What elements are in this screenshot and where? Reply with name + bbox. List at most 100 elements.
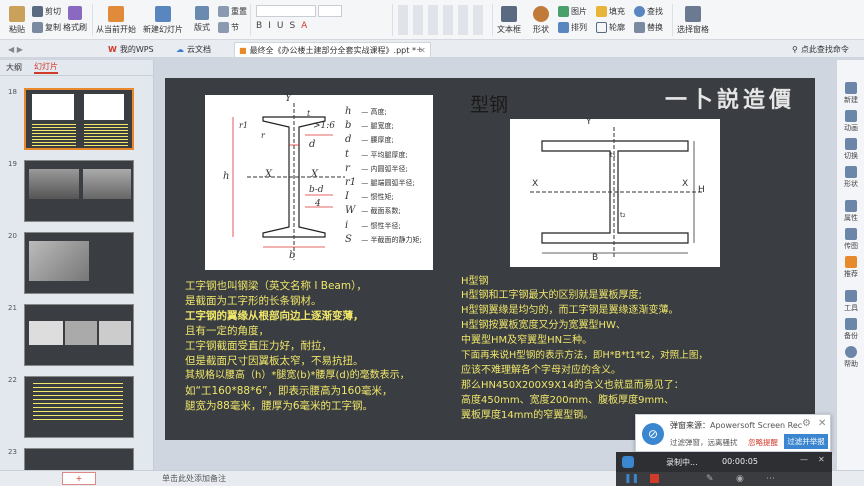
tab-label: 最终全《办公楼土建部分全套实战课程》.ppt * [249, 45, 416, 55]
new-icon [845, 82, 857, 94]
select-pane-button[interactable]: 选择窗格 [676, 6, 710, 35]
font-size-dropdown[interactable] [318, 5, 342, 17]
sidebar-label: 备份 [844, 332, 858, 340]
text-line: H型钢翼缘是均匀的，而工字钢是翼缘逐渐变薄。 [461, 305, 679, 316]
sidebar-recommend[interactable]: 推荐 [839, 256, 863, 279]
close-icon[interactable]: ✕ [818, 455, 825, 464]
underline-icon[interactable]: U [277, 21, 284, 33]
sidebar-properties[interactable]: 属性 [839, 200, 863, 223]
legend-row: W — 截面系数; [345, 204, 431, 218]
search-icon: ⚲ [792, 45, 798, 54]
tab-slides[interactable]: 幻灯片 [34, 61, 58, 74]
picture-button[interactable]: 图片 [558, 6, 587, 17]
section-button[interactable]: 节 [218, 22, 239, 33]
sidebar-transition[interactable]: 切换 [839, 138, 863, 161]
slide-thumb-19[interactable]: 19 [0, 160, 154, 224]
shape-button[interactable]: 形状 [530, 6, 552, 35]
slide-thumb-21[interactable]: 21 [0, 304, 154, 368]
replace-button[interactable]: 替换 [634, 22, 663, 33]
slide-thumb-23[interactable]: 23 [0, 448, 154, 470]
camera-icon[interactable]: ◉ [736, 474, 744, 484]
format-painter-button[interactable]: 格式刷 [62, 6, 88, 33]
legend-desc: 内圆弧半径; [370, 164, 408, 173]
text-line: 工字钢截面受直压力好，耐拉， [185, 340, 332, 352]
tab-cloud-docs[interactable]: ☁ 云文档 [172, 42, 215, 57]
legend-row: S — 半截面的静力矩; [345, 233, 431, 247]
sidebar-label: 动画 [844, 124, 858, 132]
slide-thumb-18[interactable]: 18 [0, 88, 154, 152]
sidebar-new[interactable]: 新建 [839, 82, 863, 105]
tab-my-wps[interactable]: W 我的WPS [104, 42, 158, 57]
new-slide-button[interactable]: 新建幻灯片 [142, 6, 184, 35]
from-current-button[interactable]: 从当前开始 [96, 6, 136, 35]
legend-row: i — 惯性半径; [345, 219, 431, 233]
font-format-row[interactable]: BIUSA [256, 21, 386, 33]
sidebar-upload-image[interactable]: 传图 [839, 228, 863, 251]
add-slide-button[interactable]: + [62, 472, 96, 485]
sidebar-tools[interactable]: 工具 [839, 290, 863, 313]
find-button[interactable]: 查找 [634, 6, 663, 17]
ibeam-label-x-right: X [311, 169, 319, 180]
cut-label: 剪切 [45, 7, 61, 16]
font-name-dropdown[interactable] [256, 5, 316, 17]
stop-icon[interactable] [650, 474, 659, 483]
sidebar-animation[interactable]: 动画 [839, 110, 863, 133]
arrange-button[interactable]: 排列 [558, 22, 587, 33]
paste-button[interactable]: 粘贴 [6, 6, 28, 35]
strike-icon[interactable]: S [289, 21, 295, 33]
settings-icon[interactable]: ⚙ [802, 418, 811, 429]
popup-source-row: 弹窗来源：Apowersoft Screen Rec [670, 420, 802, 431]
legend-desc: 腰厚度; [370, 136, 394, 145]
arrange-icon [558, 22, 569, 33]
paragraph-group[interactable] [398, 5, 488, 35]
italic-icon[interactable]: I [268, 21, 271, 33]
textbox-button[interactable]: 文本框 [496, 6, 522, 35]
filter-report-button[interactable]: 过滤并举报 [784, 434, 828, 449]
nav-arrows[interactable]: ◀ ▶ [4, 42, 27, 57]
bold-icon[interactable]: B [256, 21, 262, 33]
sidebar-help[interactable]: 帮助 [839, 346, 863, 369]
cut-button[interactable]: 剪切 [32, 6, 61, 17]
sidebar-label: 形状 [844, 180, 858, 188]
slide-number: 19 [8, 160, 17, 168]
recorder-logo-icon [622, 456, 634, 468]
scissors-icon [32, 6, 43, 17]
sidebar-label: 帮助 [844, 360, 858, 368]
close-icon[interactable]: ✕ [818, 418, 826, 429]
slide-thumb-20[interactable]: 20 [0, 232, 154, 296]
ignore-link[interactable]: 忽略提醒 [748, 437, 778, 448]
reset-button[interactable]: 重置 [218, 6, 247, 17]
sidebar-shape[interactable]: 形状 [839, 166, 863, 189]
minimize-icon[interactable]: — [800, 455, 808, 464]
replace-icon [634, 22, 645, 33]
outline-button[interactable]: 轮廓 [596, 22, 625, 33]
brush-icon [68, 6, 82, 20]
font-color-icon[interactable]: A [301, 21, 307, 33]
sidebar-backup[interactable]: 备份 [839, 318, 863, 341]
more-icon[interactable]: ⋯ [766, 474, 775, 484]
ibeam-label-bd: b-d [309, 185, 324, 195]
thumbnail [24, 448, 134, 470]
recorder-controls: ❚❚ ✎ ◉ ⋯ [616, 472, 832, 486]
current-slide[interactable]: Y X X h >1:6 d b-d 4 b r1 r t h — 高度; b … [165, 78, 815, 440]
thumbnail [24, 304, 134, 366]
command-search[interactable]: ⚲ 点此查找命令 [788, 42, 853, 57]
tab-outline[interactable]: 大纲 [6, 62, 22, 73]
pause-icon[interactable]: ❚❚ [624, 474, 639, 484]
legend-desc: 高度; [370, 108, 387, 116]
hbeam-label-b: B [592, 253, 599, 263]
notes-placeholder[interactable]: 单击此处添加备注 [162, 473, 226, 484]
legend-symbol: W [345, 205, 356, 217]
select-pane-icon [685, 6, 701, 22]
copy-button[interactable]: 复制 [32, 22, 61, 33]
slide-thumb-22[interactable]: 22 [0, 376, 154, 440]
tool-icon[interactable]: ✎ [706, 474, 714, 484]
popup-filter-text: 过滤弹窗，远离骚扰 [670, 438, 738, 447]
text-line: H型钢和工字钢最大的区别就是翼板厚度; [461, 290, 642, 301]
fill-button[interactable]: 填充 [596, 6, 625, 17]
layout-button[interactable]: 版式 [192, 6, 212, 33]
new-tab-button[interactable]: + [412, 42, 427, 57]
tab-current-document[interactable]: ■ 最终全《办公楼土建部分全套实战课程》.ppt * ✕ [234, 42, 431, 57]
ibeam-label-r: r [261, 131, 265, 140]
sidebar-label: 工具 [844, 304, 858, 312]
